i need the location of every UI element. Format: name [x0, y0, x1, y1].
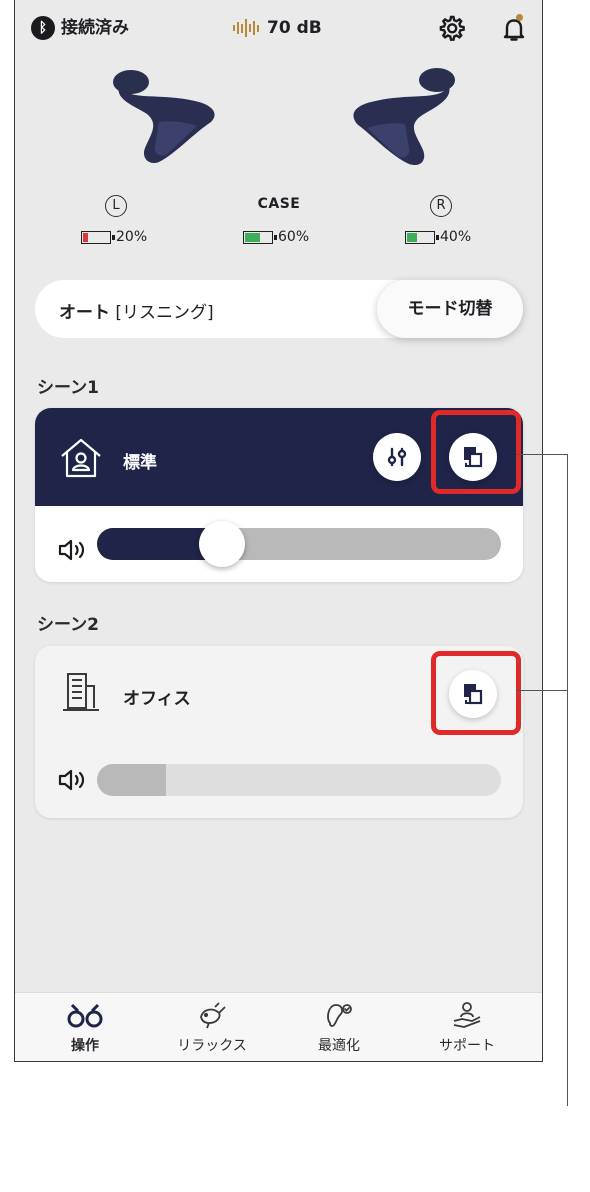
callout-line — [567, 454, 568, 1106]
highlight-box — [431, 651, 521, 735]
battery-icon — [243, 230, 277, 244]
volume-knob[interactable] — [199, 521, 246, 567]
right-earbud-image — [353, 68, 455, 166]
home-person-icon — [61, 438, 101, 478]
nav-item-controls[interactable]: 操作 — [35, 1001, 135, 1055]
case-label: CASE — [257, 196, 301, 212]
highlight-box — [431, 410, 521, 494]
battery-icon — [81, 230, 115, 244]
battery-icon — [405, 230, 439, 244]
scene1-volume-slider[interactable] — [97, 528, 501, 560]
bluetooth-icon: ᛒ — [31, 16, 55, 40]
left-earbud-image — [113, 70, 215, 164]
callout-line — [516, 690, 568, 691]
gear-icon[interactable] — [437, 14, 465, 42]
callout-line — [516, 454, 568, 455]
volume-fill — [97, 764, 166, 796]
scene2-name: オフィス — [123, 689, 191, 709]
scene1-name: 標準 — [123, 453, 157, 473]
connection-status: 接続済み — [61, 18, 129, 38]
app-screen: ᛒ 接続済み 70 dB L CASE R 20% 60% 40% オート [リ… — [14, 0, 543, 1062]
nav-item-optimize[interactable]: 最適化 — [289, 1001, 389, 1055]
controls-icon — [67, 1003, 103, 1028]
nav-item-relax[interactable]: リラックス — [162, 1001, 262, 1055]
hand-person-icon — [453, 1002, 481, 1028]
current-mode: オート [リスニング] — [59, 303, 214, 323]
sound-level-icon — [233, 17, 259, 39]
left-side-indicator: L — [86, 194, 146, 217]
scene2-title: シーン2 — [37, 615, 99, 635]
noise-meter: 70 dB — [233, 16, 322, 40]
nav-item-support[interactable]: サポート — [417, 1001, 517, 1055]
scene1-title: シーン1 — [37, 378, 99, 398]
case-battery: 60% — [243, 229, 309, 245]
notification-dot — [516, 14, 523, 21]
left-battery: 20% — [81, 229, 147, 245]
volume-icon — [58, 769, 85, 791]
bell-icon[interactable] — [499, 14, 529, 44]
equalizer-button[interactable] — [373, 433, 421, 481]
scene2-volume-slider[interactable] — [97, 764, 501, 796]
office-building-icon — [63, 673, 99, 711]
bottom-navigation: 操作 リラックス 最適化 サポート — [15, 992, 542, 1061]
mode-bar: オート [リスニング] モード切替 — [35, 280, 523, 338]
right-battery: 40% — [405, 229, 471, 245]
volume-icon — [58, 539, 85, 561]
status-bar: ᛒ 接続済み 70 dB — [15, 0, 542, 58]
bird-icon — [200, 1002, 226, 1029]
right-side-indicator: R — [411, 194, 471, 217]
ear-check-icon — [327, 1004, 352, 1027]
mode-switch-button[interactable]: モード切替 — [377, 280, 523, 338]
noise-level-value: 70 dB — [267, 18, 322, 38]
equalizer-icon — [387, 447, 407, 467]
